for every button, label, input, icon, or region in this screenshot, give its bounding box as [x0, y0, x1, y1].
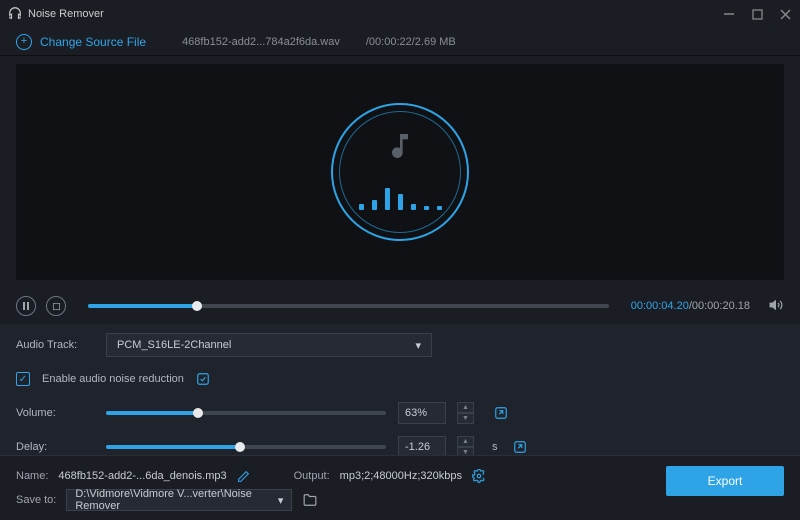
audio-track-value: PCM_S16LE-2Channel [117, 339, 231, 351]
delay-slider[interactable] [106, 445, 386, 449]
app-title: Noise Remover [28, 8, 104, 20]
preview-panel [16, 64, 784, 280]
save-to-label: Save to: [16, 494, 56, 506]
window-controls [722, 7, 792, 21]
timeline-slider[interactable] [88, 304, 609, 308]
volume-reset-icon[interactable] [494, 406, 508, 420]
footer: Name: 468fb152-add2-...6da_denois.mp3 Ou… [0, 455, 800, 520]
delay-label: Delay: [16, 441, 94, 453]
minimize-icon[interactable] [722, 7, 736, 21]
toolbar: + Change Source File 468fb152-add2...784… [0, 28, 800, 56]
equalizer-icon [359, 188, 442, 210]
save-path-value: D:\Vidmore\Vidmore V...verter\Noise Remo… [75, 488, 277, 512]
open-folder-icon[interactable] [302, 493, 318, 507]
volume-value-field[interactable]: 63% [398, 402, 446, 424]
music-note-icon [384, 129, 416, 166]
volume-stepper[interactable]: ▲▼ [457, 402, 474, 424]
change-source-button[interactable]: + Change Source File [16, 34, 146, 50]
pause-button[interactable] [16, 296, 36, 316]
maximize-icon[interactable] [750, 7, 764, 21]
file-info: 468fb152-add2...784a2f6da.wav /00:00:22/… [182, 36, 456, 48]
save-path-select[interactable]: D:\Vidmore\Vidmore V...verter\Noise Remo… [66, 489, 292, 511]
output-settings-icon[interactable] [472, 469, 486, 483]
noise-reduction-checkbox[interactable]: ✓ [16, 372, 30, 386]
audio-visualizer [331, 103, 469, 241]
output-name-value: 468fb152-add2-...6da_denois.mp3 [58, 470, 226, 482]
total-time: /00:00:20.18 [689, 300, 750, 312]
close-icon[interactable] [778, 7, 792, 21]
audio-track-label: Audio Track: [16, 339, 94, 351]
delay-reset-icon[interactable] [513, 440, 527, 454]
output-label: Output: [294, 470, 330, 482]
titlebar: Noise Remover [0, 0, 800, 28]
app-logo-icon [8, 6, 22, 23]
volume-icon[interactable] [768, 298, 784, 315]
plus-circle-icon: + [16, 34, 32, 50]
audio-track-select[interactable]: PCM_S16LE-2Channel ▾ [106, 333, 432, 357]
current-time: 00:00:04.20 [631, 300, 689, 312]
volume-slider[interactable] [106, 411, 386, 415]
noise-settings-icon[interactable] [196, 372, 210, 386]
delay-unit: s [492, 441, 498, 453]
name-label: Name: [16, 470, 48, 482]
noise-reduction-label: Enable audio noise reduction [42, 373, 184, 385]
source-filename: 468fb152-add2...784a2f6da.wav [182, 36, 340, 48]
stop-button[interactable] [46, 296, 66, 316]
source-fileinfo: /00:00:22/2.69 MB [366, 36, 456, 48]
timecode: 00:00:04.20/00:00:20.18 [631, 300, 750, 312]
playback-bar: 00:00:04.20/00:00:20.18 [0, 288, 800, 324]
chevron-down-icon: ▾ [278, 494, 284, 507]
export-button[interactable]: Export [666, 466, 784, 496]
edit-name-icon[interactable] [237, 470, 250, 483]
change-source-label: Change Source File [40, 35, 146, 49]
chevron-down-icon: ▾ [415, 339, 421, 352]
volume-label: Volume: [16, 407, 94, 419]
app-title-group: Noise Remover [8, 6, 104, 23]
output-format-value: mp3;2;48000Hz;320kbps [340, 470, 462, 482]
